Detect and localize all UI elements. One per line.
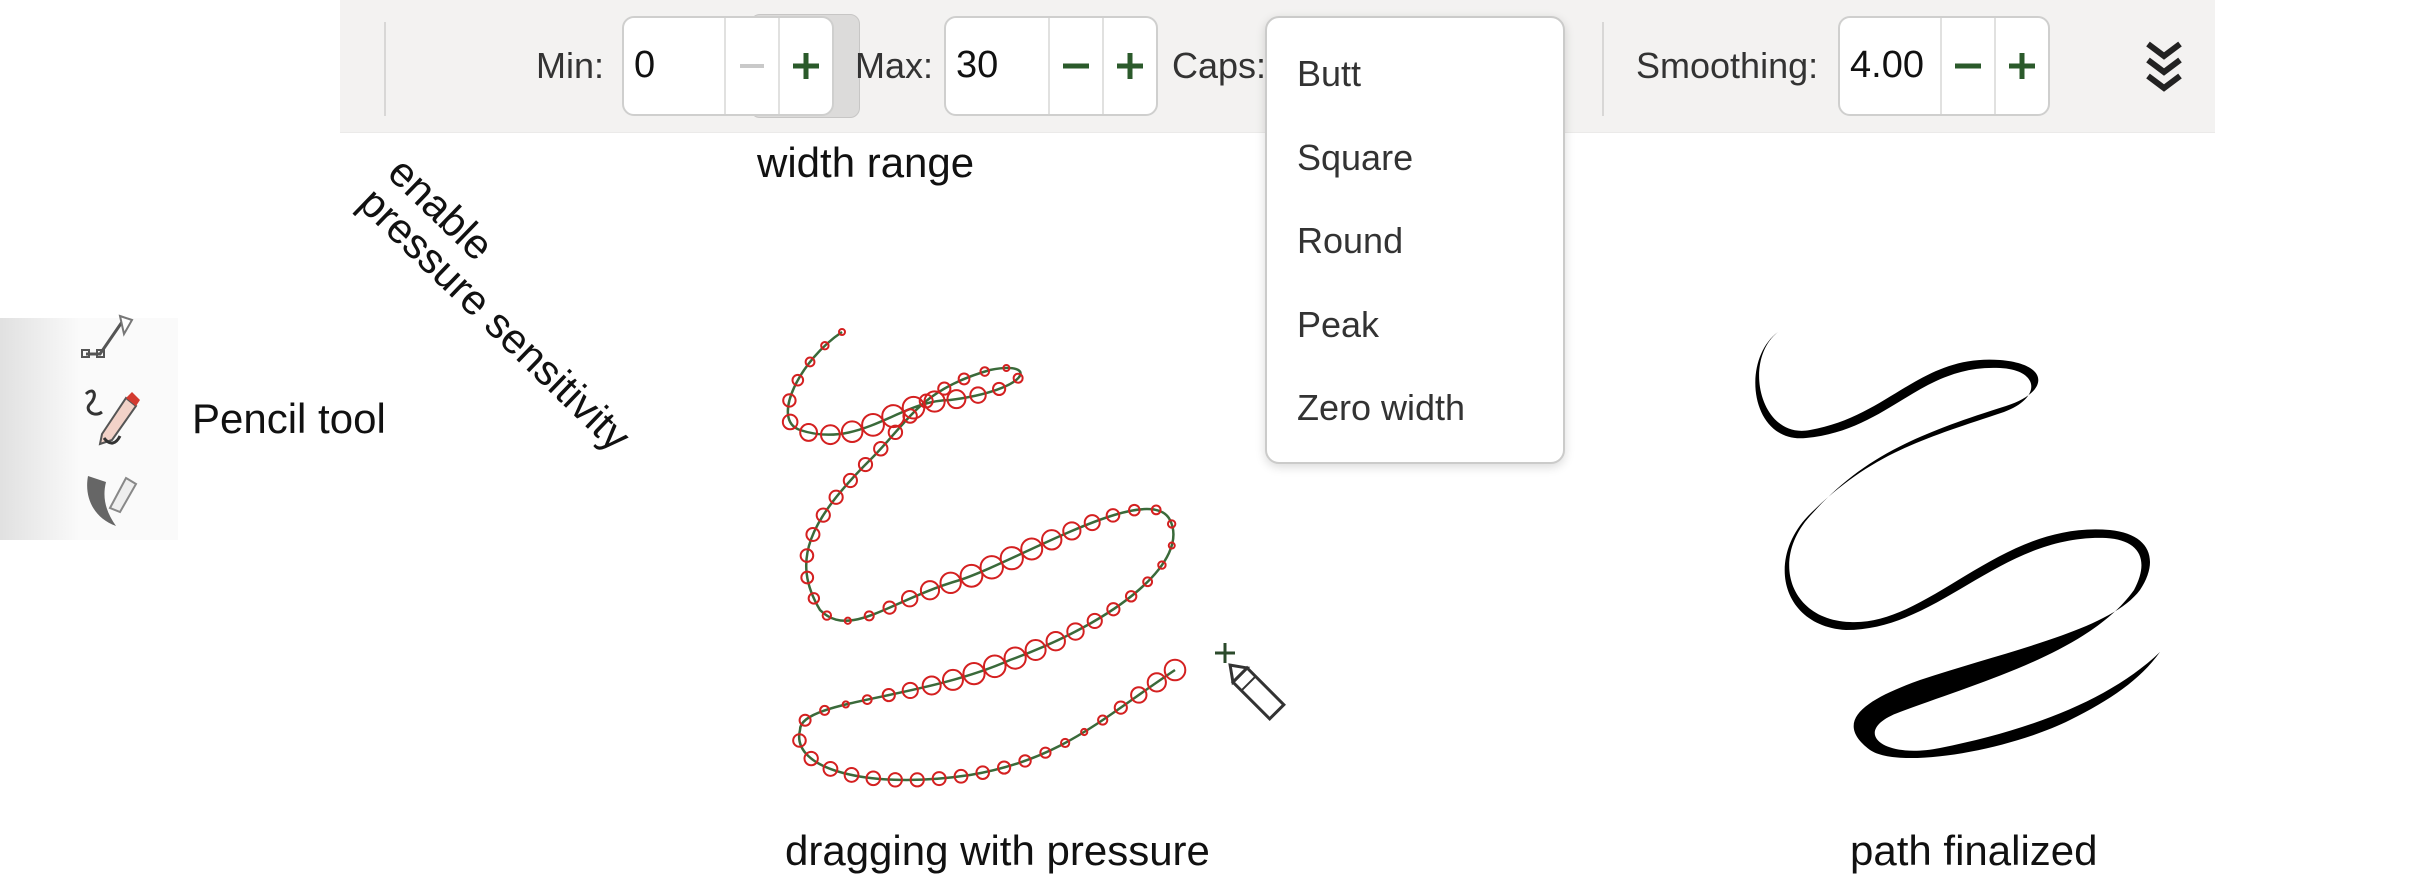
max-spinbox[interactable]: 30 (944, 16, 1158, 116)
double-chevron-down-icon[interactable] (2140, 36, 2188, 96)
max-label: Max: (855, 45, 934, 86)
width-range-annotation: width range (757, 139, 975, 186)
pencil-tool-annotation: Pencil tool (192, 395, 386, 442)
pressure-circles (781, 328, 1187, 788)
calligraphy-tool-icon[interactable] (80, 468, 140, 528)
min-increment-button[interactable] (780, 18, 832, 114)
min-label: Min: (536, 45, 605, 86)
min-decrement-button[interactable] (726, 18, 778, 114)
finalized-path (1755, 332, 2160, 759)
smoothing-increment-button[interactable] (1996, 18, 2048, 114)
caps-option-butt[interactable]: Butt (1297, 56, 1361, 92)
toolbar-separator (1602, 22, 1604, 116)
caps-label: Caps: (1172, 45, 1267, 86)
max-decrement-button[interactable] (1050, 18, 1102, 114)
pressure-drawing (781, 328, 1286, 788)
caps-option-round[interactable]: Round (1297, 223, 1403, 259)
toolbar-separator (384, 22, 386, 116)
enable-pressure-annotation: enable pressure sensitivity (350, 147, 640, 460)
max-increment-button[interactable] (1104, 18, 1156, 114)
tool-palette (0, 314, 178, 540)
smoothing-value-field[interactable]: 4.00 (1850, 46, 1924, 84)
smoothing-label: Smoothing: (1636, 45, 1819, 86)
min-spinbox[interactable]: 0 (622, 16, 834, 116)
caps-option-square[interactable]: Square (1297, 140, 1413, 176)
pencil-cursor-icon (1228, 663, 1286, 721)
pencil-tool-icon[interactable] (80, 384, 140, 446)
smoothing-decrement-button[interactable] (1942, 18, 1994, 114)
smoothing-spinbox[interactable]: 4.00 (1838, 16, 2050, 116)
pen-tool-icon[interactable] (80, 312, 140, 372)
max-value-field[interactable]: 30 (956, 46, 998, 84)
final-stroke (1755, 332, 2160, 759)
crosshair-cursor-icon (1215, 643, 1235, 663)
min-value-field[interactable]: 0 (634, 46, 655, 84)
finalized-caption: path finalized (1850, 827, 2098, 874)
dragging-caption: dragging with pressure (785, 827, 1210, 874)
